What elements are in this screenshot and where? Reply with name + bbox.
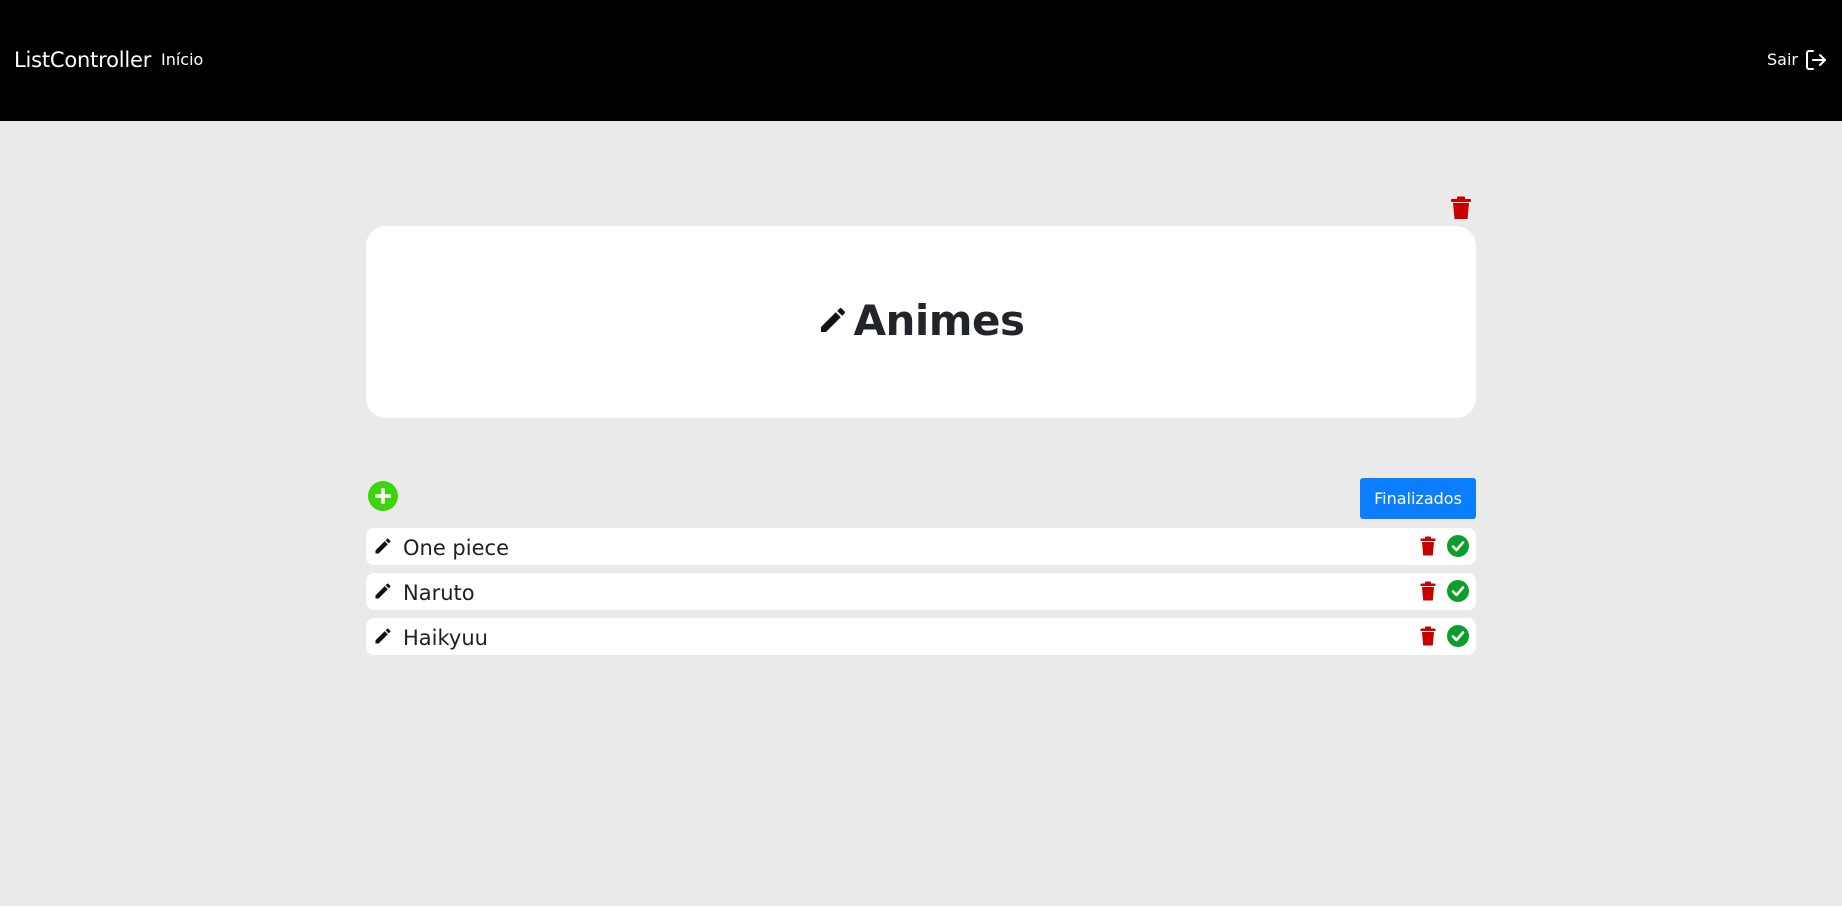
check-circle-icon — [1447, 625, 1469, 647]
delete-item-button[interactable] — [1420, 581, 1436, 601]
pencil-icon — [375, 628, 391, 644]
list-item: Haikyuu — [366, 618, 1476, 655]
check-circle-icon — [1447, 535, 1469, 557]
complete-item-button[interactable] — [1447, 625, 1469, 647]
complete-item-button[interactable] — [1447, 580, 1469, 602]
item-label: Naruto — [403, 581, 475, 605]
delete-list-button[interactable] — [1450, 196, 1472, 220]
trash-icon — [1420, 536, 1436, 556]
check-circle-icon — [1447, 580, 1469, 602]
list-item: One piece — [366, 528, 1476, 565]
list-title-card: Animes — [366, 226, 1476, 418]
delete-item-button[interactable] — [1420, 536, 1436, 556]
pencil-icon — [821, 307, 846, 332]
logout-button[interactable]: Sair — [1767, 48, 1828, 72]
edit-item-button[interactable] — [373, 581, 393, 601]
complete-item-button[interactable] — [1447, 535, 1469, 557]
list-title: Animes — [853, 295, 1025, 345]
item-label: One piece — [403, 536, 509, 560]
trash-icon — [1420, 626, 1436, 646]
item-label: Haikyuu — [403, 626, 488, 650]
pencil-icon — [375, 538, 391, 554]
brand-link[interactable]: ListController — [14, 47, 151, 73]
delete-item-button[interactable] — [1420, 626, 1436, 646]
trash-icon — [1451, 196, 1471, 219]
edit-title-button[interactable] — [817, 304, 849, 336]
finished-button[interactable]: Finalizados — [1360, 478, 1476, 519]
logout-icon — [1804, 48, 1828, 72]
home-link[interactable]: Início — [161, 50, 203, 70]
list-item: Naruto — [366, 573, 1476, 610]
add-item-button[interactable] — [368, 481, 398, 511]
plus-circle-icon — [368, 481, 398, 511]
edit-item-button[interactable] — [373, 536, 393, 556]
pencil-icon — [375, 583, 391, 599]
navbar: ListController Início Sair — [0, 0, 1842, 121]
item-list: One piece Naruto Haikyuu — [366, 528, 1476, 663]
logout-label: Sair — [1767, 50, 1798, 69]
trash-icon — [1420, 581, 1436, 601]
edit-item-button[interactable] — [373, 626, 393, 646]
